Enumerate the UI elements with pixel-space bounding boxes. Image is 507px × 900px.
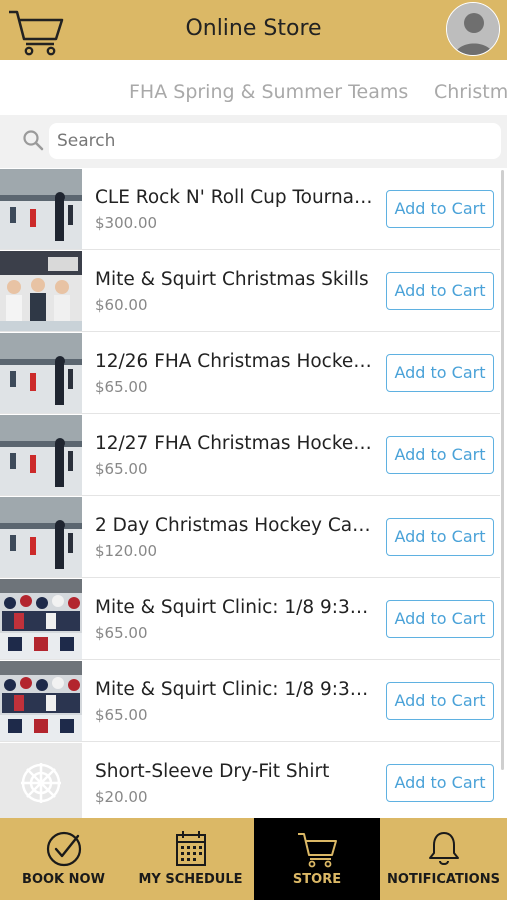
- product-name: 12/26 FHA Christmas Hockey Camp: [95, 351, 377, 372]
- product-name: Mite & Squirt Christmas Skills: [95, 269, 369, 290]
- product-price: $65.00: [95, 624, 148, 642]
- product-name: CLE Rock N' Roll Cup Tournament: [95, 187, 377, 208]
- list-item[interactable]: 2 Day Christmas Hockey Camp $120.00 Add …: [0, 496, 500, 578]
- product-price: $300.00: [95, 214, 158, 232]
- nav-label: MY SCHEDULE: [138, 872, 243, 887]
- nav-label: NOTIFICATIONS: [387, 872, 500, 887]
- product-name: Short-Sleeve Dry-Fit Shirt: [95, 761, 330, 782]
- tab-spring-summer-teams[interactable]: FHA Spring & Summer Teams: [129, 81, 408, 103]
- nav-label: BOOK NOW: [22, 872, 105, 887]
- cart-icon: [298, 833, 337, 868]
- search-icon: [23, 130, 44, 151]
- list-item[interactable]: Short-Sleeve Dry-Fit Shirt $20.00 Add to…: [0, 742, 500, 818]
- category-tabs: FHA Spring & Summer Teams Christm: [0, 60, 507, 115]
- product-price: $20.00: [95, 788, 148, 806]
- add-to-cart-button[interactable]: Add to Cart: [386, 682, 494, 720]
- add-to-cart-button[interactable]: Add to Cart: [386, 764, 494, 802]
- product-thumbnail: [0, 661, 82, 741]
- list-item[interactable]: 12/27 FHA Christmas Hockey Camp $65.00 A…: [0, 414, 500, 496]
- page-title: Online Store: [185, 16, 322, 41]
- search-input[interactable]: [49, 123, 501, 159]
- bottom-nav: BOOK NOW MY SCHEDULE STORE NOTIFICATIONS: [0, 818, 507, 900]
- product-thumbnail: [0, 743, 82, 818]
- product-name: 12/27 FHA Christmas Hockey Camp: [95, 433, 377, 454]
- product-price: $65.00: [95, 706, 148, 724]
- add-to-cart-button[interactable]: Add to Cart: [386, 354, 494, 392]
- add-to-cart-button[interactable]: Add to Cart: [386, 600, 494, 638]
- search-bar: [0, 115, 507, 168]
- product-price: $65.00: [95, 378, 148, 396]
- list-item[interactable]: CLE Rock N' Roll Cup Tournament $300.00 …: [0, 168, 500, 250]
- nav-notifications[interactable]: NOTIFICATIONS: [380, 818, 507, 900]
- product-price: $120.00: [95, 542, 158, 560]
- product-price: $60.00: [95, 296, 148, 314]
- product-thumbnail: [0, 497, 82, 577]
- list-item[interactable]: Mite & Squirt Clinic: 1/8 9:30-10:30 $65…: [0, 660, 500, 742]
- bell-icon: [428, 832, 459, 865]
- list-item[interactable]: Mite & Squirt Christmas Skills $60.00 Ad…: [0, 250, 500, 332]
- nav-my-schedule[interactable]: MY SCHEDULE: [127, 818, 254, 900]
- product-name: Mite & Squirt Clinic: 1/8 9:30-10:30: [95, 597, 377, 618]
- scrollbar[interactable]: [501, 170, 504, 770]
- product-thumbnail: [0, 251, 82, 331]
- add-to-cart-button[interactable]: Add to Cart: [386, 272, 494, 310]
- nav-book-now[interactable]: BOOK NOW: [0, 818, 127, 900]
- product-thumbnail: [0, 579, 82, 659]
- tab-christmas[interactable]: Christm: [434, 81, 507, 103]
- add-to-cart-button[interactable]: Add to Cart: [386, 436, 494, 474]
- nav-store[interactable]: STORE: [254, 818, 380, 900]
- nav-label: STORE: [292, 872, 342, 887]
- product-list: CLE Rock N' Roll Cup Tournament $300.00 …: [0, 168, 507, 818]
- product-price: $65.00: [95, 460, 148, 478]
- product-thumbnail: [0, 415, 82, 495]
- avatar[interactable]: [446, 2, 500, 56]
- product-thumbnail: [0, 169, 82, 249]
- calendar-icon: [175, 831, 206, 866]
- list-item[interactable]: 12/26 FHA Christmas Hockey Camp $65.00 A…: [0, 332, 500, 414]
- product-name: 2 Day Christmas Hockey Camp: [95, 515, 377, 536]
- header-bar: Online Store: [0, 0, 507, 60]
- product-name: Mite & Squirt Clinic: 1/8 9:30-10:30: [95, 679, 377, 700]
- add-to-cart-button[interactable]: Add to Cart: [386, 518, 494, 556]
- list-item[interactable]: Mite & Squirt Clinic: 1/8 9:30-10:30 $65…: [0, 578, 500, 660]
- add-to-cart-button[interactable]: Add to Cart: [386, 190, 494, 228]
- check-circle-icon: [46, 831, 81, 867]
- product-thumbnail: [0, 333, 82, 413]
